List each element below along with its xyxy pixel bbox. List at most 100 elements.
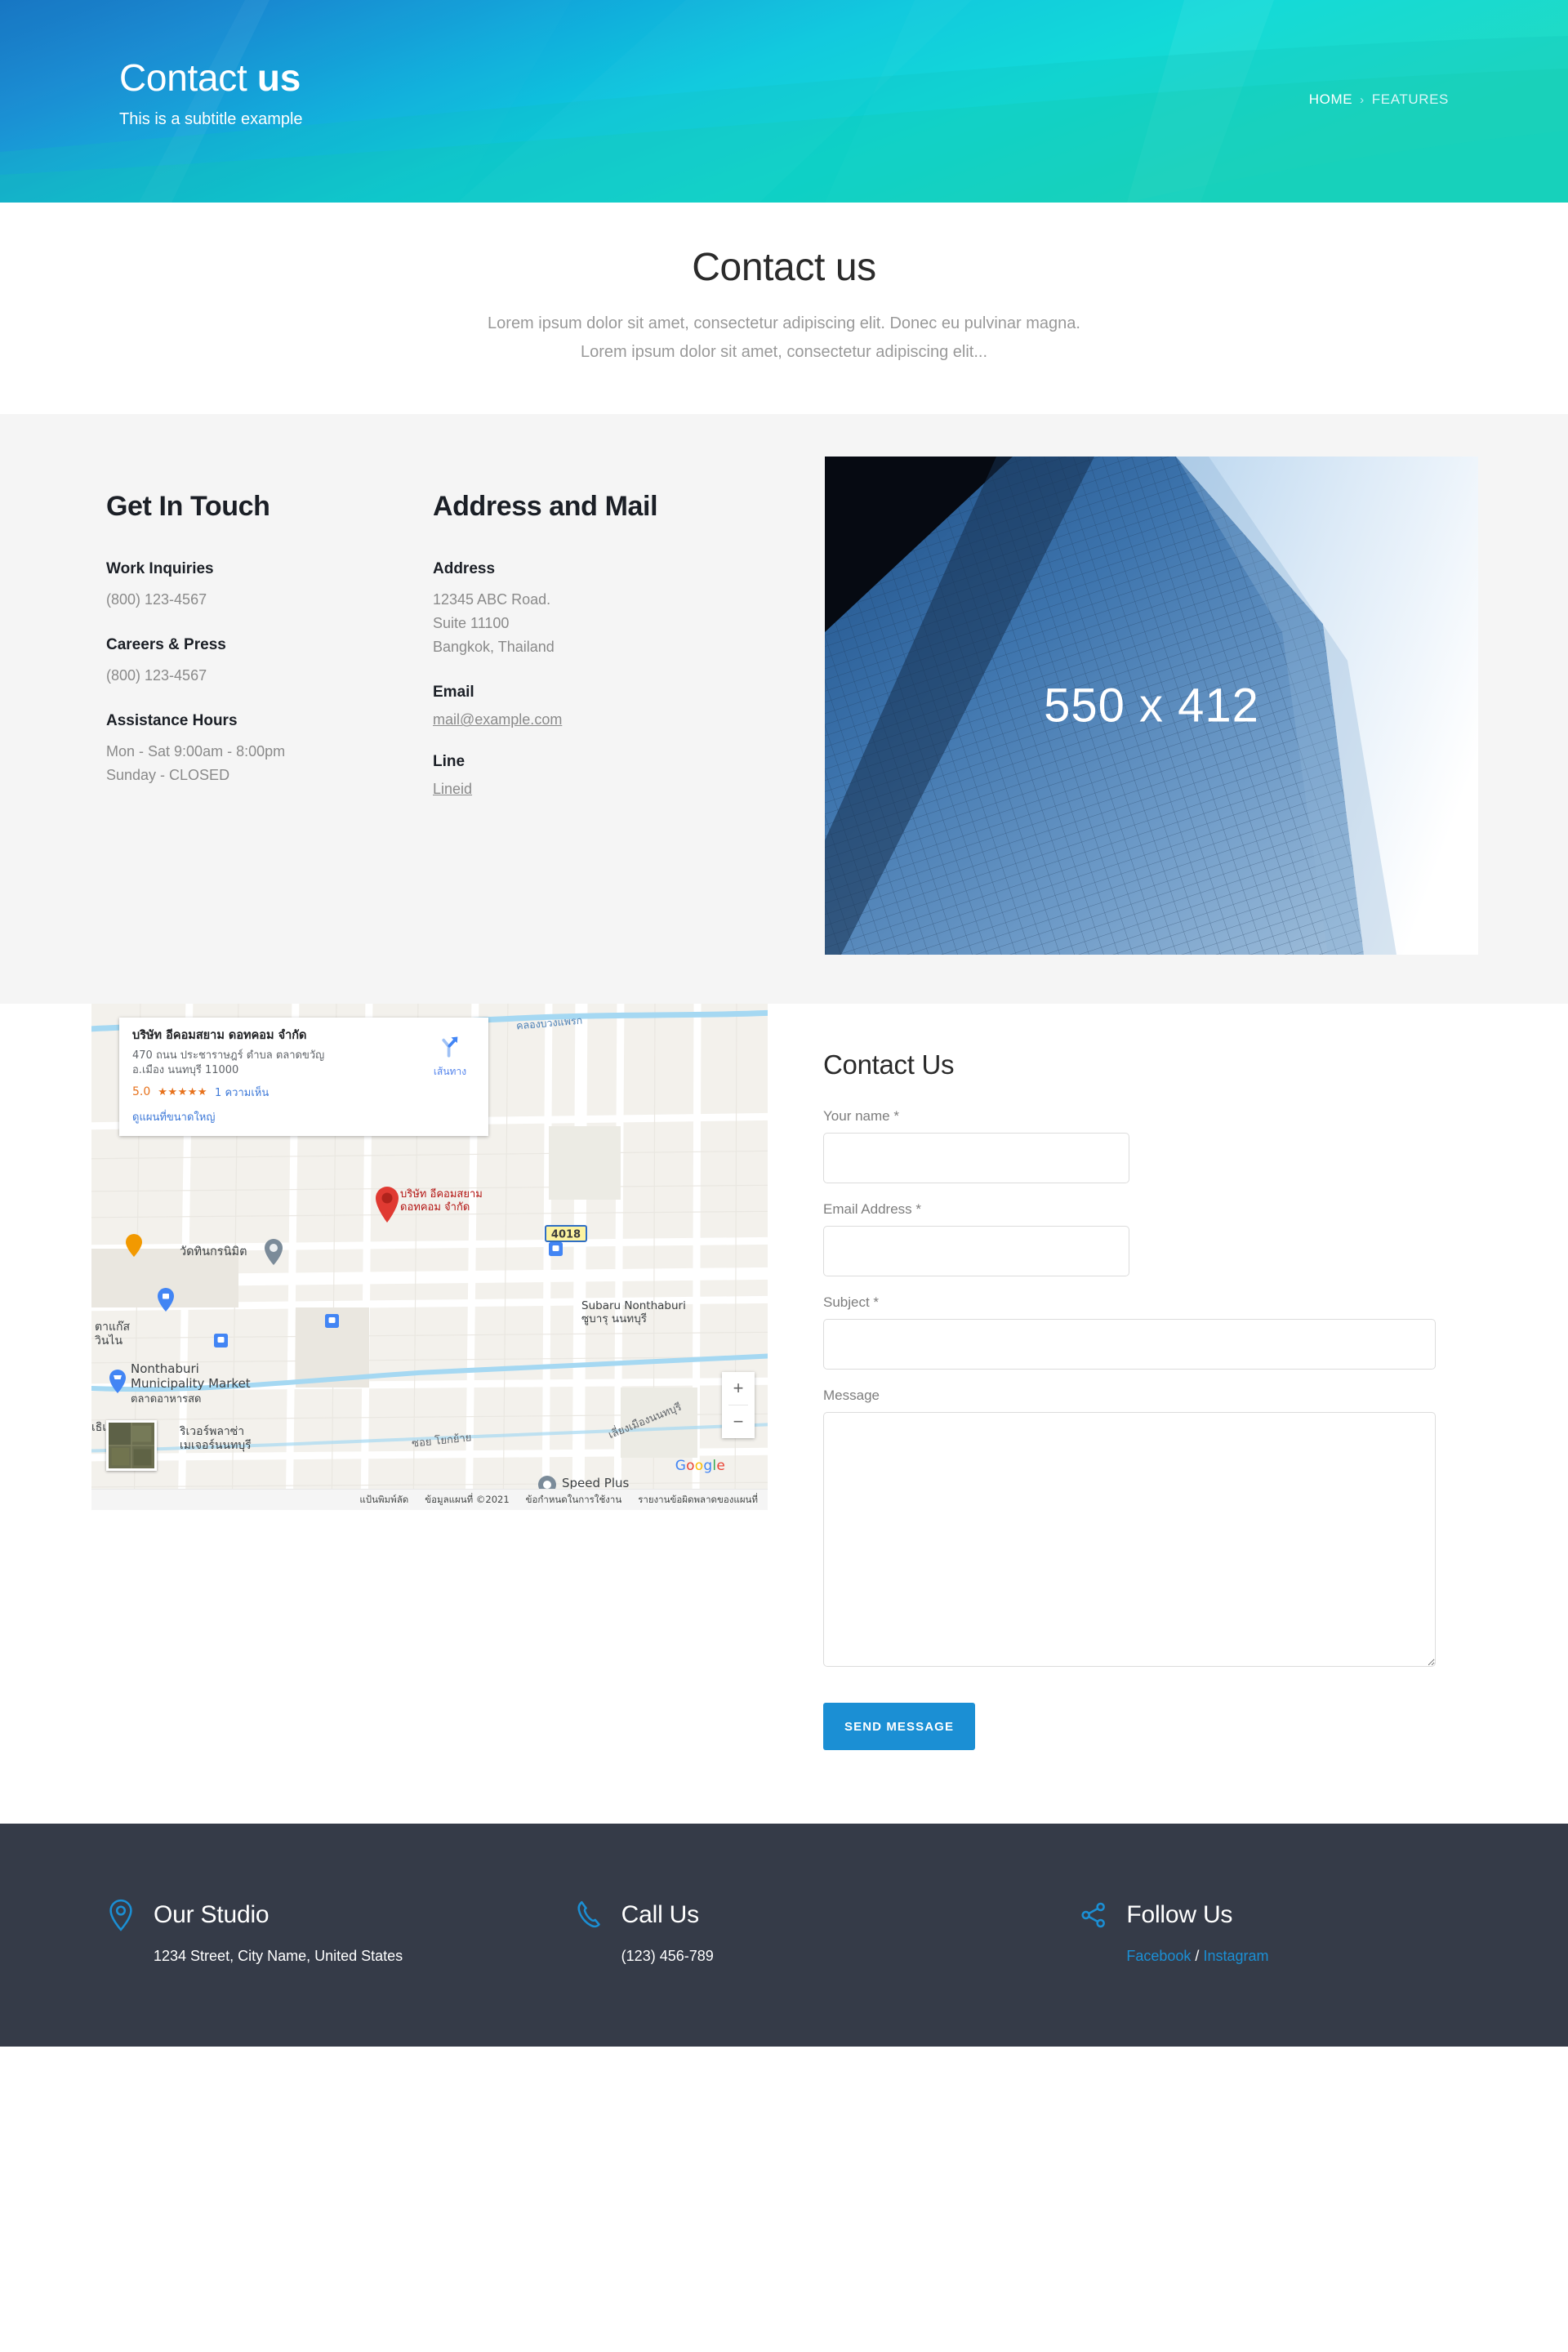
page-title-bold: us bbox=[256, 56, 301, 99]
field-your-name: Your name * bbox=[823, 1108, 1478, 1183]
footer-column-call-us: Call Us (123) 456-789 bbox=[506, 1899, 973, 1965]
chevron-right-icon: › bbox=[1360, 92, 1365, 107]
email-address-input[interactable] bbox=[823, 1226, 1129, 1276]
address-line3: Bangkok, Thailand bbox=[433, 639, 555, 656]
main-location-pin bbox=[376, 1187, 399, 1223]
bus-stop-icon-3 bbox=[549, 1242, 563, 1256]
temple-pin bbox=[265, 1239, 283, 1265]
breadcrumb-home-link[interactable]: HOME bbox=[1309, 91, 1352, 108]
careers-press-phone: (800) 123-4567 bbox=[106, 667, 207, 684]
map-pin-icon bbox=[109, 1899, 132, 1931]
map-and-form-section: บริษัท อีคอมสยาม ดอทคอม จำกัด 470 ถนน ปร… bbox=[0, 1004, 1568, 1824]
info-block-email: Email mail@example.com bbox=[433, 684, 808, 728]
address-mail-heading: Address and Mail bbox=[433, 491, 658, 522]
map-data-copyright: ข้อมูลแผนที่ ©2021 bbox=[425, 1493, 510, 1505]
intro-heading: Contact us bbox=[692, 246, 876, 289]
our-studio-address: 1234 Street, City Name, United States bbox=[154, 1948, 403, 1964]
market-label: Nonthaburi Municipality Market ตลาดอาหารสด bbox=[131, 1361, 251, 1405]
work-inquiries-title: Work Inquiries bbox=[106, 560, 214, 577]
highway-shield-4018: 4018 bbox=[545, 1225, 587, 1242]
email-link[interactable]: mail@example.com bbox=[433, 711, 562, 728]
assistance-hours-sunday: Sunday - CLOSED bbox=[106, 767, 230, 784]
email-address-label: Email Address * bbox=[823, 1201, 921, 1217]
call-us-title: Call Us bbox=[621, 1901, 699, 1928]
field-message: Message bbox=[823, 1388, 1478, 1667]
breadcrumb-current: FEATURES bbox=[1371, 91, 1449, 107]
shop-pin-1 bbox=[158, 1288, 174, 1312]
message-label: Message bbox=[823, 1388, 880, 1403]
address-mail-column: Address and Mail Address 12345 ABC Road.… bbox=[433, 457, 808, 822]
line-link[interactable]: Lineid bbox=[433, 781, 472, 797]
site-footer: Our Studio 1234 Street, City Name, Unite… bbox=[0, 1824, 1568, 2047]
bus-stop-icon-2 bbox=[325, 1314, 339, 1328]
follow-us-title: Follow Us bbox=[1126, 1901, 1233, 1928]
field-email-address: Email Address * bbox=[823, 1201, 1478, 1276]
map-report-error-link[interactable]: รายงานข้อผิดพลาดของแผนที่ bbox=[638, 1493, 758, 1508]
satellite-thumbnail-image bbox=[109, 1423, 154, 1468]
info-block-line: Line Lineid bbox=[433, 753, 808, 798]
assistance-hours-title: Assistance Hours bbox=[106, 712, 238, 730]
main-pin-label: บริษัท อีคอมสยาม ดอทคอม จำกัด bbox=[400, 1188, 483, 1214]
satellite-view-thumbnail[interactable] bbox=[106, 1420, 157, 1471]
field-subject: Subject * bbox=[823, 1294, 1478, 1370]
photo-size-label: 550 x 412 bbox=[1044, 679, 1259, 733]
breadcrumb: HOME › FEATURES bbox=[1309, 91, 1449, 108]
your-name-label: Your name * bbox=[823, 1108, 899, 1124]
get-in-touch-heading: Get In Touch bbox=[106, 491, 270, 522]
market-cart-pin bbox=[109, 1370, 126, 1393]
info-block-address: Address 12345 ABC Road. Suite 11100 Bang… bbox=[433, 560, 808, 659]
instagram-link[interactable]: Instagram bbox=[1203, 1948, 1268, 1964]
intro-section: Contact us Lorem ipsum dolor sit amet, c… bbox=[0, 203, 1568, 414]
our-studio-title: Our Studio bbox=[154, 1901, 270, 1928]
info-block-assistance-hours: Assistance Hours Mon - Sat 9:00am - 8:00… bbox=[106, 712, 433, 787]
address-title: Address bbox=[433, 560, 496, 577]
ta-kas-label: ตาแก๊ส วินไน bbox=[95, 1321, 130, 1348]
subject-input[interactable] bbox=[823, 1319, 1436, 1370]
page-subtitle: This is a subtitle example bbox=[119, 110, 303, 128]
google-logo: Google bbox=[675, 1458, 725, 1474]
your-name-input[interactable] bbox=[823, 1133, 1129, 1183]
map-attribution-bar: แป้นพิมพ์ลัด ข้อมูลแผนที่ ©2021 ข้อกำหนด… bbox=[91, 1489, 768, 1510]
map-shortcut-link[interactable]: แป้นพิมพ์ลัด bbox=[359, 1493, 408, 1508]
footer-column-follow-us: Follow Us Facebook / Instagram bbox=[973, 1899, 1478, 1965]
office-photo-placeholder: 550 x 412 bbox=[825, 457, 1478, 955]
work-inquiries-phone: (800) 123-4567 bbox=[106, 591, 207, 608]
intro-paragraph-line1: Lorem ipsum dolor sit amet, consectetur … bbox=[488, 314, 1080, 332]
subject-label: Subject * bbox=[823, 1294, 880, 1310]
contact-form-heading: Contact Us bbox=[823, 1049, 955, 1080]
map-terms-link[interactable]: ข้อกำหนดในการใช้งาน bbox=[526, 1493, 622, 1508]
map-column: บริษัท อีคอมสยาม ดอทคอม จำกัด 470 ถนน ปร… bbox=[90, 1004, 768, 1510]
message-textarea[interactable] bbox=[823, 1412, 1436, 1667]
google-map-embed[interactable]: บริษัท อีคอมสยาม ดอทคอม จำกัด 470 ถนน ปร… bbox=[91, 1004, 768, 1510]
address-line2: Suite 11100 bbox=[433, 615, 510, 632]
map-zoom-in-button[interactable]: + bbox=[722, 1372, 755, 1405]
temple-label: วัดทินกรนิมิต bbox=[180, 1245, 247, 1258]
info-block-careers-press: Careers & Press (800) 123-4567 bbox=[106, 636, 433, 688]
subaru-label: Subaru Nonthaburi ซูบารุ นนทบุรี bbox=[581, 1299, 686, 1326]
careers-press-title: Careers & Press bbox=[106, 636, 226, 654]
map-zoom-controls[interactable]: + − bbox=[722, 1372, 755, 1438]
email-title: Email bbox=[433, 684, 474, 702]
footer-column-our-studio: Our Studio 1234 Street, City Name, Unite… bbox=[90, 1899, 506, 1965]
share-icon bbox=[1081, 1902, 1106, 1928]
map-zoom-out-button[interactable]: − bbox=[722, 1405, 755, 1438]
svg-text:4018: 4018 bbox=[551, 1229, 581, 1241]
hero-header: Contact us This is a subtitle example HO… bbox=[0, 0, 1568, 203]
get-in-touch-column: Get In Touch Work Inquiries (800) 123-45… bbox=[90, 457, 433, 813]
bus-stop-icon-1 bbox=[214, 1334, 228, 1348]
follow-us-links: Facebook / Instagram bbox=[1079, 1948, 1478, 1965]
river-plaza-label: ริเวอร์พลาซ่า เมเจอร์นนทบุรี bbox=[180, 1425, 252, 1453]
phone-icon bbox=[577, 1901, 600, 1928]
intro-paragraph-line2: Lorem ipsum dolor sit amet, consectetur … bbox=[581, 343, 987, 361]
send-message-button[interactable]: SEND MESSAGE bbox=[823, 1703, 976, 1750]
facebook-link[interactable]: Facebook bbox=[1126, 1948, 1191, 1964]
line-title: Line bbox=[433, 753, 466, 771]
small-orange-pin bbox=[126, 1234, 142, 1257]
page-title: Contact us bbox=[119, 59, 301, 96]
assistance-hours-weekday: Mon - Sat 9:00am - 8:00pm bbox=[106, 743, 286, 760]
address-line1: 12345 ABC Road. bbox=[433, 591, 551, 608]
page-title-light: Contact bbox=[119, 56, 247, 99]
contact-info-section: Get In Touch Work Inquiries (800) 123-45… bbox=[0, 414, 1568, 1004]
contact-form-column: Contact Us Your name * Email Address * S… bbox=[768, 1004, 1478, 1750]
links-separator: / bbox=[1195, 1948, 1200, 1964]
